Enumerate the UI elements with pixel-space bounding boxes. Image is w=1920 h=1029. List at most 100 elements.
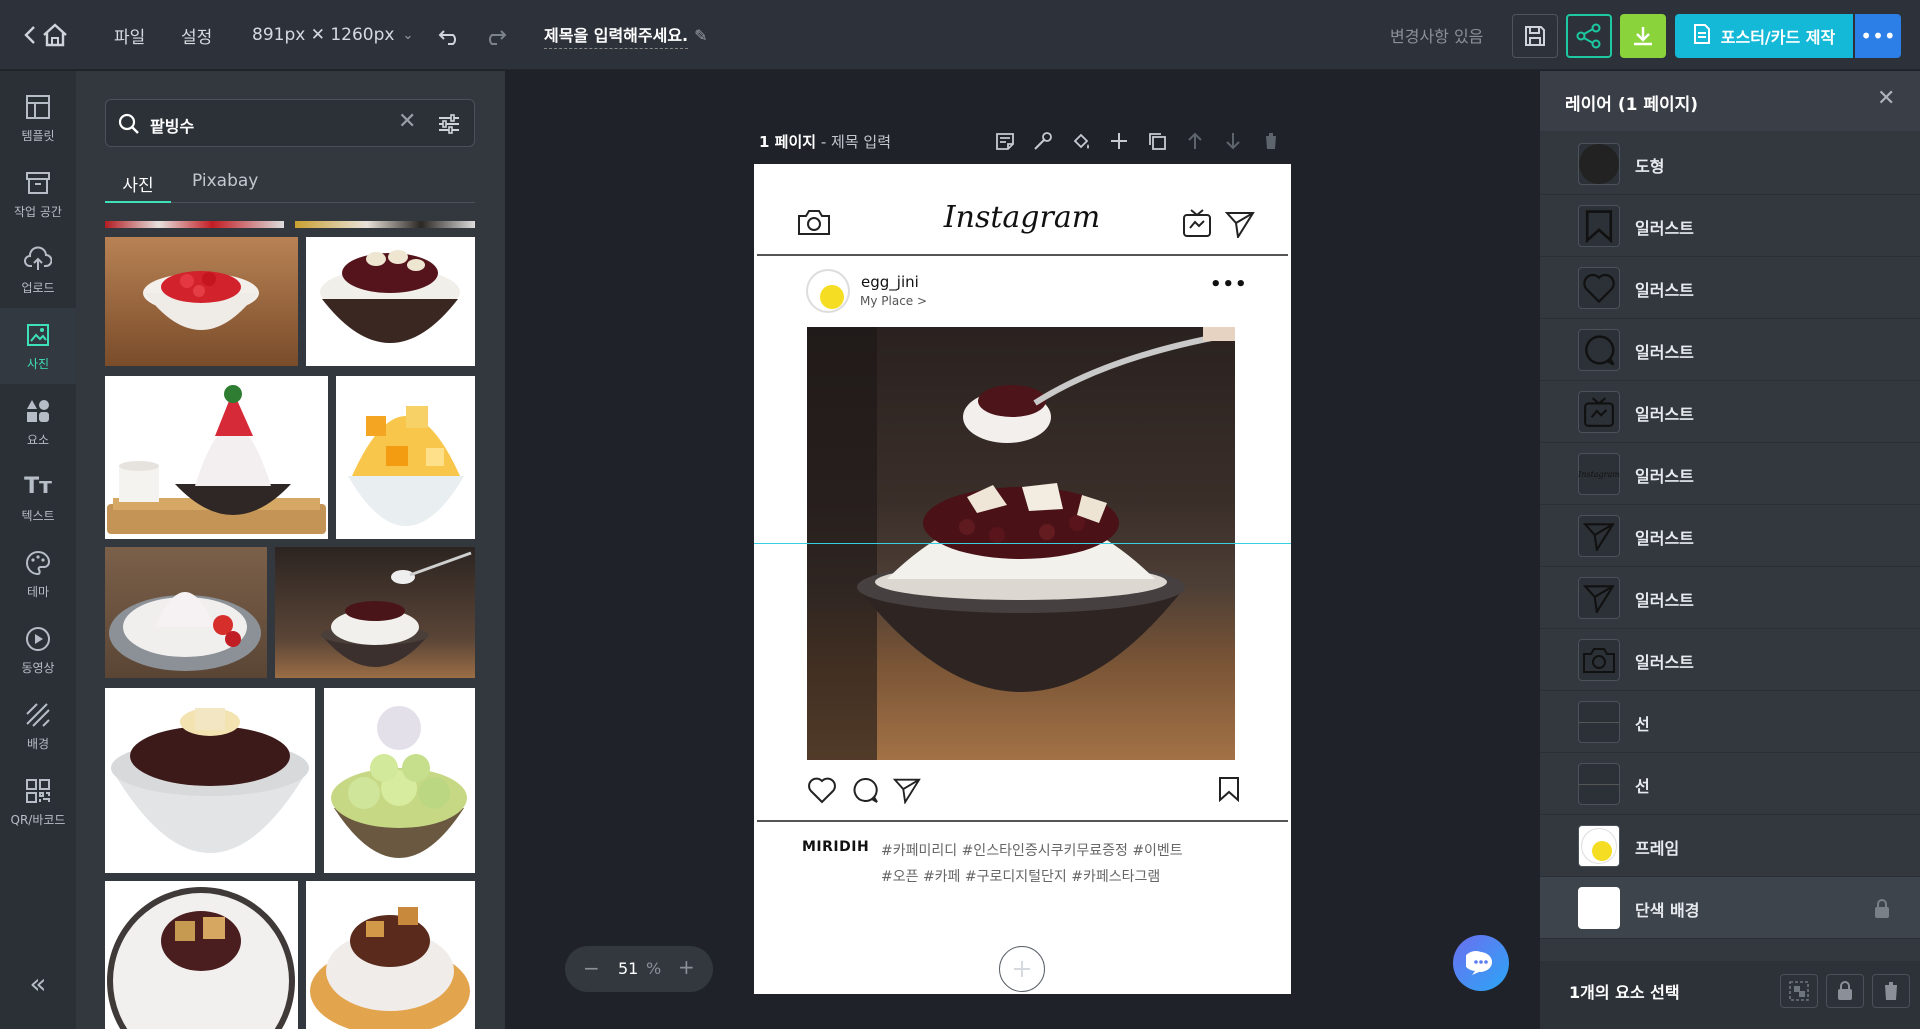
photo-thumbnail[interactable] [295,221,475,228]
lock-button[interactable] [1826,974,1864,1008]
hashtags-text[interactable]: #카페미리디 #인스타인증시쿠키무료증정 #이벤트 #오픈 #카페 #구로디지털… [881,838,1183,890]
chat-support-button[interactable] [1453,935,1509,991]
post-place[interactable]: My Place > [860,294,927,308]
layer-row[interactable]: 일러스트 [1540,257,1920,319]
zoom-out-button[interactable]: − [583,956,600,980]
plus-icon [1014,961,1030,977]
tab-pixabay[interactable]: Pixabay [192,171,258,203]
add-page-button[interactable] [999,946,1045,992]
photo-thumbnail[interactable] [105,881,298,1029]
photo-thumbnail[interactable] [105,376,328,539]
move-down-icon[interactable] [1223,131,1243,151]
alignment-guide [754,543,1291,544]
sidebar-item-photo[interactable]: 사진 [0,308,76,384]
search-input[interactable]: 팥빙수 [150,113,194,137]
heart-icon[interactable] [807,776,837,804]
brand-text[interactable]: MIRIDIH [802,839,869,855]
photo-thumbnail[interactable] [275,547,475,678]
settings-menu[interactable]: 설정 [181,0,212,70]
more-dots-icon[interactable]: ••• [1210,274,1248,295]
photo-thumbnail[interactable] [105,237,298,366]
sidebar-item-upload[interactable]: 업로드 [0,232,76,308]
share-button[interactable] [1566,14,1612,58]
layer-row[interactable]: 일러스트 [1540,381,1920,443]
photo-thumbnail[interactable] [336,376,475,539]
layer-row[interactable]: 일러스트 [1540,195,1920,257]
photo-thumbnail[interactable] [105,688,315,873]
change-status: 변경사항 있음 [1390,27,1484,46]
sidebar-item-elements[interactable]: 요소 [0,384,76,460]
clear-search-icon[interactable]: ✕ [398,109,416,134]
avatar[interactable] [808,271,848,311]
sidebar-item-text[interactable]: Tт 텍스트 [0,460,76,536]
zoom-value[interactable]: 51 [618,959,638,978]
sidebar-item-theme[interactable]: 테마 [0,536,76,612]
photo-thumbnail[interactable] [306,881,475,1029]
instagram-logo[interactable]: Instagram [922,200,1122,235]
undo-button[interactable] [436,23,464,47]
layer-row[interactable]: 프레임 [1540,815,1920,877]
divider-line[interactable] [757,820,1288,822]
document-title[interactable]: 제목을 입력해주세요. ✎ [544,0,708,70]
trash-icon [1883,982,1899,1000]
design-page[interactable]: Instagram egg_jini My Place > ••• MIRIDI… [754,164,1291,994]
layer-row[interactable]: 일러스트 [1540,319,1920,381]
layer-row[interactable]: 일러스트 [1540,505,1920,567]
layer-row[interactable]: 일러스트 [1540,567,1920,629]
layer-row[interactable]: Instagram 일러스트 [1540,443,1920,505]
layer-row[interactable]: 선 [1540,753,1920,815]
page-title[interactable]: - 제목 입력 [821,133,891,151]
close-icon[interactable]: ✕ [1877,86,1895,111]
comment-icon[interactable] [851,776,879,804]
post-username[interactable]: egg_jini [861,273,919,291]
file-menu[interactable]: 파일 [114,0,145,70]
save-button[interactable] [1512,14,1558,58]
sidebar-item-background[interactable]: 배경 [0,688,76,764]
send-icon[interactable] [893,776,921,804]
photo-thumbnail[interactable] [105,221,284,228]
add-page-icon[interactable] [1109,131,1129,151]
igtv-icon[interactable] [1182,208,1212,238]
size-label: 891px ✕ 1260px [252,25,395,45]
tab-photo[interactable]: 사진 [105,171,171,203]
make-poster-button[interactable]: 포스터/카드 제작 [1675,14,1853,58]
redo-button[interactable] [481,23,509,47]
bookmark-icon [1578,205,1620,247]
zoom-in-button[interactable]: + [678,955,695,979]
layer-label: 일러스트 [1635,529,1694,548]
photo-thumbnail[interactable] [105,547,267,678]
size-dropdown[interactable]: 891px ✕ 1260px ⌄ [252,0,413,70]
camera-icon[interactable] [797,208,831,236]
bookmark-icon[interactable] [1218,776,1240,802]
sidebar-item-template[interactable]: 템플릿 [0,80,76,156]
download-button[interactable] [1620,14,1666,58]
delete-page-icon[interactable] [1261,131,1281,151]
paint-bucket-icon[interactable] [1071,131,1091,151]
sidebar-item-video[interactable]: 동영상 [0,612,76,688]
sidebar-item-qr[interactable]: QR/바코드 [0,764,76,840]
group-button[interactable] [1780,974,1818,1008]
memo-icon[interactable] [995,131,1015,151]
layer-label: 프레임 [1635,839,1680,858]
move-up-icon[interactable] [1185,131,1205,151]
send-icon[interactable] [1225,210,1255,238]
lock-icon[interactable] [1874,899,1890,919]
circle-shape-icon [1578,143,1620,185]
photo-thumbnail[interactable] [324,688,475,873]
more-options-button[interactable]: ••• [1855,14,1901,58]
sidebar-item-workspace[interactable]: 작업 공간 [0,156,76,232]
line-icon [1578,763,1620,805]
delete-button[interactable] [1872,974,1910,1008]
layer-row-selected[interactable]: 단색 배경 [1540,877,1920,939]
back-home-button[interactable] [22,22,80,48]
duplicate-page-icon[interactable] [1147,131,1167,151]
magic-icon[interactable] [1033,131,1053,151]
layer-row[interactable]: 선 [1540,691,1920,753]
layer-row[interactable]: 도형 [1540,133,1920,195]
photo-thumbnail[interactable] [306,237,475,366]
layer-row[interactable]: 일러스트 [1540,629,1920,691]
collapse-sidebar-button[interactable]: « [0,963,76,1003]
divider-line[interactable] [757,254,1288,256]
filter-icon[interactable] [438,114,460,134]
frame-icon [1578,825,1620,867]
